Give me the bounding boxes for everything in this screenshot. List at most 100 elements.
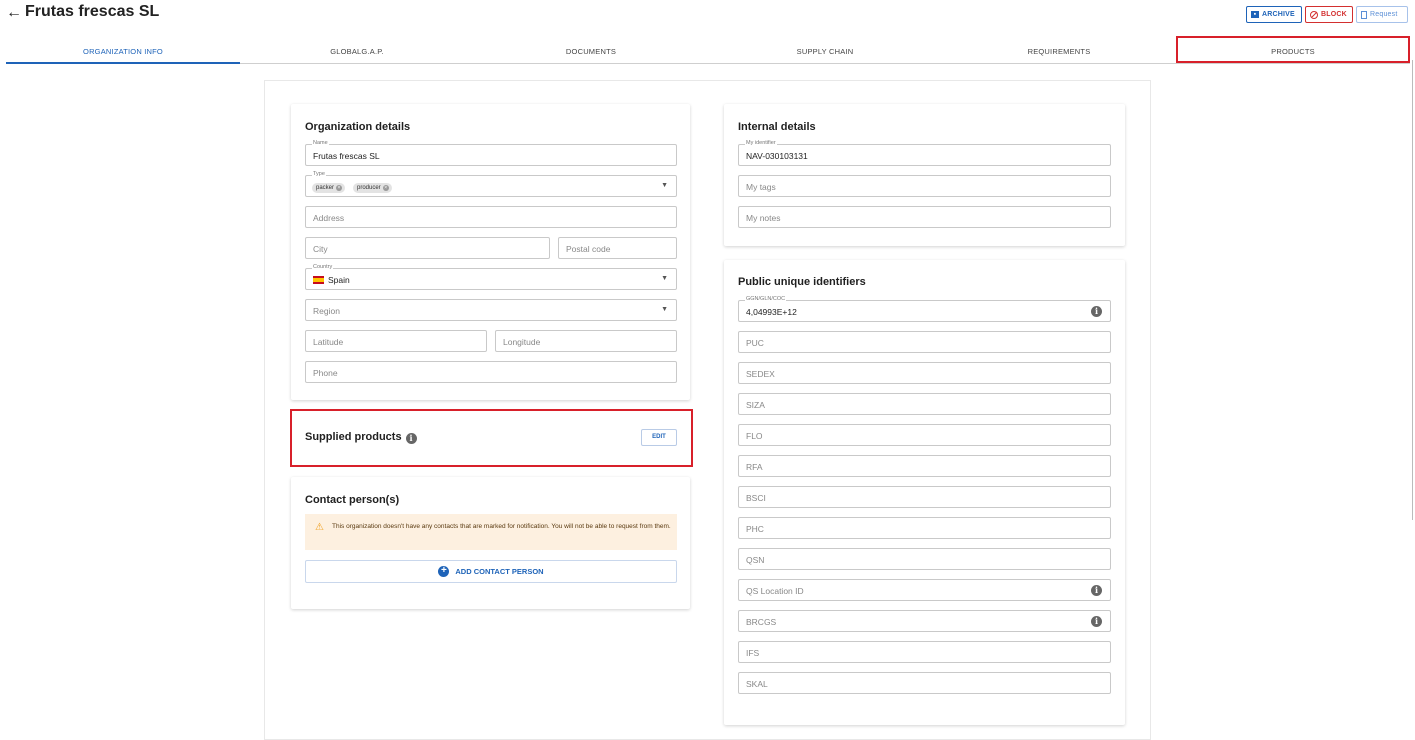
card-title: Supplied products i	[305, 431, 417, 444]
scrollbar[interactable]	[1412, 60, 1413, 520]
type-select[interactable]: Type packer × producer × ▼	[305, 171, 677, 197]
region-select[interactable]: Region ▼	[305, 299, 677, 321]
spain-flag-icon	[313, 276, 324, 284]
info-icon[interactable]: i	[1091, 306, 1102, 317]
warning-icon: ⚠	[315, 522, 324, 533]
tab-supply-chain[interactable]: SUPPLY CHAIN	[708, 36, 942, 63]
my-notes-field[interactable]: My notes	[738, 206, 1111, 228]
flo-field[interactable]: FLO	[738, 424, 1111, 446]
phone-field[interactable]: Phone	[305, 361, 677, 383]
type-chip[interactable]: producer ×	[353, 183, 392, 193]
field-placeholder: Address	[313, 213, 345, 223]
add-contact-person-button[interactable]: + ADD CONTACT PERSON	[305, 560, 677, 583]
city-field[interactable]: City	[305, 237, 550, 259]
longitude-field[interactable]: Longitude	[495, 330, 677, 352]
field-placeholder: PHC	[746, 524, 764, 534]
field-placeholder: SIZA	[746, 400, 765, 410]
field-placeholder: My notes	[746, 213, 781, 223]
info-icon[interactable]: i	[1091, 585, 1102, 596]
field-label: Name	[312, 140, 329, 146]
internal-details-card: Internal details My identifier NAV-03010…	[724, 104, 1125, 246]
field-placeholder: QS Location ID	[746, 586, 804, 596]
field-placeholder: IFS	[746, 648, 760, 658]
ifs-field[interactable]: IFS	[738, 641, 1111, 663]
arrow-left-icon[interactable]: ←	[6, 4, 22, 22]
tab-products[interactable]: PRODUCTS	[1176, 36, 1410, 63]
field-value: 4,04993E+12	[746, 307, 797, 317]
tab-documents[interactable]: DOCUMENTS	[474, 36, 708, 63]
postal-code-field[interactable]: Postal code	[558, 237, 677, 259]
field-placeholder: RFA	[746, 462, 763, 472]
block-button[interactable]: BLOCK	[1305, 6, 1353, 23]
field-placeholder: PUC	[746, 338, 764, 348]
field-placeholder: QSN	[746, 555, 765, 565]
bsci-field[interactable]: BSCI	[738, 486, 1111, 508]
siza-field[interactable]: SIZA	[738, 393, 1111, 415]
my-identifier-field[interactable]: My identifier NAV-030103131	[738, 140, 1111, 166]
phc-field[interactable]: PHC	[738, 517, 1111, 539]
archive-icon: ▪	[1251, 11, 1259, 18]
request-button[interactable]: Request	[1356, 6, 1408, 23]
tab-organization-info[interactable]: ORGANIZATION INFO	[6, 36, 240, 64]
public-identifiers-card: Public unique identifiers GGN/GLN/COC 4,…	[724, 260, 1125, 725]
skal-field[interactable]: SKAL	[738, 672, 1111, 694]
field-placeholder: My tags	[746, 182, 776, 192]
dropdown-arrow-icon[interactable]: ▼	[661, 275, 668, 282]
qs-location-id-field[interactable]: QS Location ID i	[738, 579, 1111, 601]
address-field[interactable]: Address	[305, 206, 677, 228]
dropdown-arrow-icon[interactable]: ▼	[661, 306, 668, 313]
warning-text: This organization doesn't have any conta…	[332, 523, 671, 530]
document-icon	[1361, 10, 1367, 19]
field-placeholder: BRCGS	[746, 617, 777, 627]
my-tags-field[interactable]: My tags	[738, 175, 1111, 197]
field-placeholder: Longitude	[503, 337, 541, 347]
card-title: Contact person(s)	[305, 494, 400, 506]
field-label: GGN/GLN/COC	[745, 296, 787, 302]
puc-field[interactable]: PUC	[738, 331, 1111, 353]
add-icon: +	[438, 566, 450, 577]
type-chip[interactable]: packer ×	[312, 183, 346, 193]
archive-button[interactable]: ▪ ARCHIVE	[1246, 6, 1302, 23]
dropdown-arrow-icon[interactable]: ▼	[661, 182, 668, 189]
field-placeholder: Latitude	[313, 337, 344, 347]
field-value: Spain	[328, 275, 350, 285]
contact-persons-card: Contact person(s) ⚠ This organization do…	[291, 477, 690, 609]
chip-remove-icon[interactable]: ×	[336, 185, 343, 191]
card-title: Internal details	[738, 121, 816, 133]
block-icon	[1310, 10, 1318, 19]
brcgs-field[interactable]: BRCGS i	[738, 610, 1111, 632]
card-title: Public unique identifiers	[738, 276, 866, 288]
field-label: My identifier	[745, 140, 777, 146]
tab-requirements[interactable]: REQUIREMENTS	[942, 36, 1176, 63]
field-label: Type	[312, 171, 326, 177]
page-title: Frutas frescas SL	[25, 3, 160, 20]
organization-details-card: Organization details Name Frutas frescas…	[291, 104, 690, 400]
field-label: Country	[312, 264, 334, 270]
info-icon[interactable]: i	[405, 433, 417, 444]
field-placeholder: Region	[313, 306, 340, 316]
warning-banner: ⚠ This organization doesn't have any con…	[305, 514, 677, 550]
field-placeholder: SEDEX	[746, 369, 775, 379]
field-value: Frutas frescas SL	[313, 151, 380, 161]
name-field[interactable]: Name Frutas frescas SL	[305, 140, 677, 166]
rfa-field[interactable]: RFA	[738, 455, 1111, 477]
page-header: ← Frutas frescas SL ▪ ARCHIVE BLOCK Requ…	[0, 0, 1415, 28]
supplied-products-card: Supplied products i EDIT	[290, 409, 693, 467]
chip-remove-icon[interactable]: ×	[382, 185, 389, 191]
field-placeholder: SKAL	[746, 679, 768, 689]
country-select[interactable]: Country Spain ▼	[305, 264, 677, 290]
latitude-field[interactable]: Latitude	[305, 330, 487, 352]
field-placeholder: Postal code	[566, 244, 611, 254]
card-title: Organization details	[305, 121, 411, 133]
tab-globalgap[interactable]: GLOBALG.A.P.	[240, 36, 474, 63]
field-placeholder: BSCI	[746, 493, 766, 503]
field-placeholder: FLO	[746, 431, 763, 441]
ggn-field[interactable]: GGN/GLN/COC 4,04993E+12 i	[738, 296, 1111, 322]
sedex-field[interactable]: SEDEX	[738, 362, 1111, 384]
tab-bar: ORGANIZATION INFO GLOBALG.A.P. DOCUMENTS…	[6, 36, 1410, 64]
edit-button[interactable]: EDIT	[641, 429, 677, 446]
qsn-field[interactable]: QSN	[738, 548, 1111, 570]
field-value: NAV-030103131	[746, 151, 808, 161]
info-icon[interactable]: i	[1091, 616, 1102, 627]
field-placeholder: Phone	[313, 368, 338, 378]
